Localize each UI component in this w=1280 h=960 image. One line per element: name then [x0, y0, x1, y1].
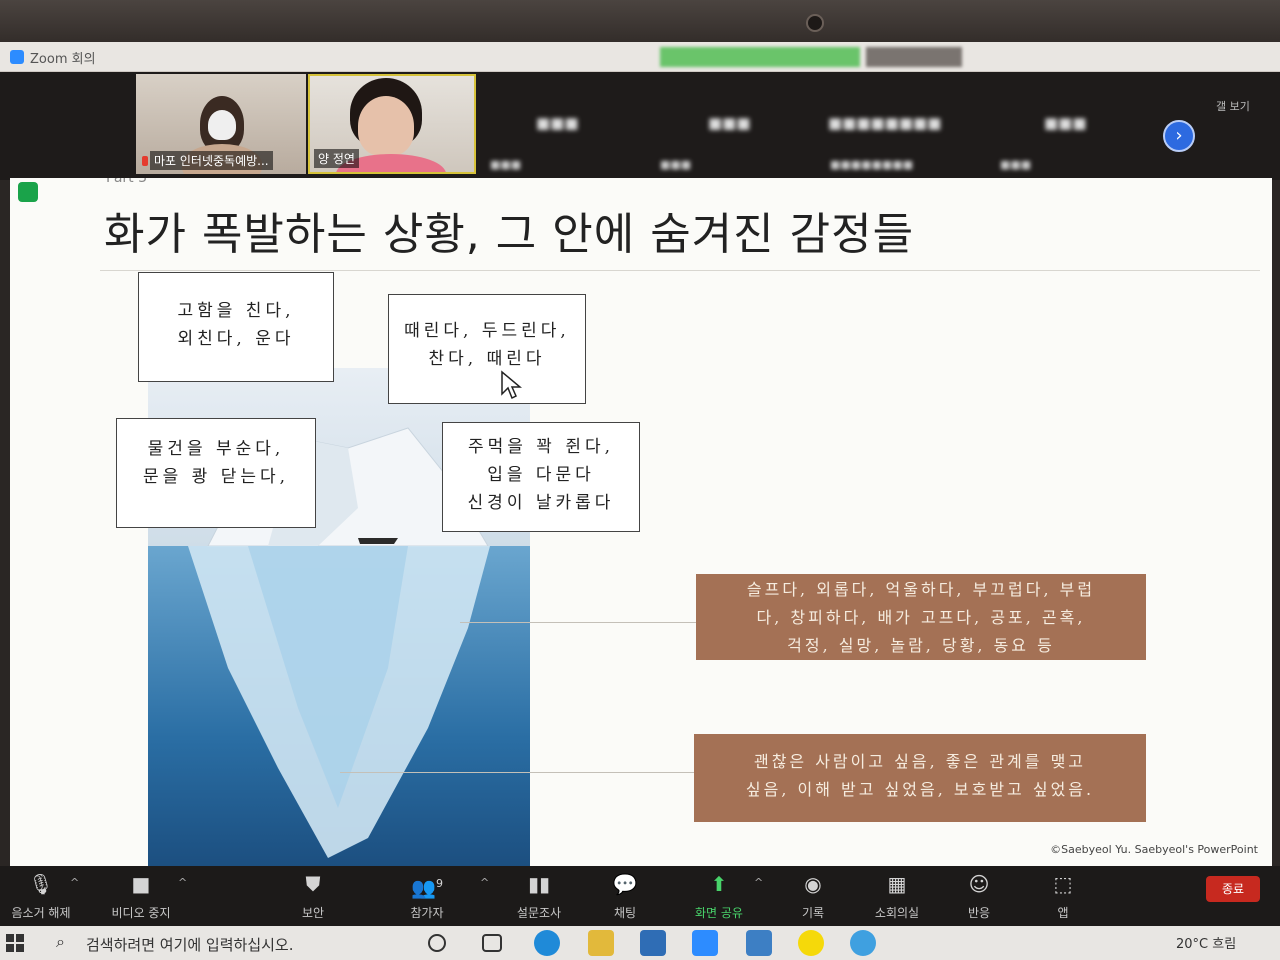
participant-tile-hidden-name[interactable]: ■■■■■■■■ — [828, 114, 941, 132]
speech-bubble: 때린다, 두드린다, 찬다, 때린다 — [388, 294, 586, 404]
apps-icon: ⬚ — [1053, 872, 1073, 896]
participant-tile-hidden-name[interactable]: ■■■ — [1044, 114, 1087, 132]
people-icon: 👥9 — [411, 875, 443, 900]
bubble-line: 물건을 부순다, — [147, 439, 285, 459]
participant-tile-hidden-name[interactable]: ■■■ — [536, 114, 579, 132]
shield-icon: ⛊ — [305, 872, 321, 896]
bubble-line: 고함을 친다, — [177, 301, 295, 321]
record-button[interactable]: ◉ 기록 — [768, 872, 858, 921]
record-icon: ◉ — [804, 872, 822, 896]
slide-credit: ©Saebyeol Yu. Saebyeol's PowerPoint — [1050, 843, 1258, 856]
bubble-line: 외친다, 운다 — [177, 329, 295, 349]
slide-title: 화가 폭발하는 상황, 그 안에 숨겨진 감정들 — [104, 209, 915, 260]
reactions-button[interactable]: ☺ 반응 — [934, 872, 1024, 921]
next-page-button[interactable]: › — [1163, 120, 1195, 152]
connector-line — [340, 772, 694, 773]
chat-bubble-icon: 💬 — [612, 872, 638, 896]
kakaotalk-icon[interactable] — [798, 930, 824, 956]
shared-slide: Part 3 화가 폭발하는 상황, 그 안에 숨겨진 감정들 고함을 친다, … — [10, 178, 1272, 866]
zoom-app-icon[interactable] — [692, 930, 718, 956]
mouse-pointer-icon — [501, 370, 522, 400]
connector-line — [460, 622, 696, 623]
search-icon: ⌕ — [56, 932, 65, 951]
hwp-document-icon[interactable] — [746, 930, 772, 956]
divider — [100, 270, 1260, 271]
end-meeting-button[interactable]: 종료 — [1206, 876, 1260, 902]
muted-mic-icon — [142, 156, 148, 166]
hidden-needs-box: 괜찮은 사람이고 싶음, 좋은 관계를 맺고 싶음, 이해 받고 싶었음, 보호… — [694, 734, 1146, 822]
participant-name: 마포 인터넷중독예방... — [150, 151, 273, 170]
chevron-right-icon: › — [1175, 125, 1183, 146]
bar-chart-icon: ▮▮ — [527, 872, 550, 896]
internet-explorer-icon[interactable] — [850, 930, 876, 956]
emotion-line: 다, 창피하다, 배가 고프다, 공포, 곤혹, — [756, 608, 1086, 627]
bubble-line: 때린다, 두드린다, — [404, 321, 570, 341]
gallery-view-button[interactable]: 갤 보기 — [1216, 98, 1250, 114]
participant-count: 9 — [435, 877, 443, 890]
bubble-line: 주먹을 꽉 쥔다, — [467, 437, 615, 457]
participant-tile-hidden-label: ■■■ — [490, 158, 522, 171]
chat-button[interactable]: 💬 채팅 — [580, 872, 670, 921]
bubble-line: 신경이 날카롭다 — [467, 493, 615, 513]
search-placeholder: 검색하려면 여기에 입력하십시오. — [86, 936, 294, 954]
video-camera-icon: ■ — [131, 872, 151, 896]
zoom-meeting-toolbar: 🎙 음소거 해제 ^ ■ 비디오 중지 ^ ⛊ 보안 👥9 참가자 ^ ▮▮ 설… — [0, 866, 1280, 926]
share-screen-button[interactable]: ⬆ 화면 공유 — [674, 872, 764, 921]
share-screen-icon: ⬆ — [710, 872, 728, 896]
polls-button[interactable]: ▮▮ 설문조사 — [494, 872, 584, 921]
part-label: Part 3 — [106, 178, 147, 186]
file-explorer-icon[interactable] — [588, 930, 614, 956]
emotion-line: 슬프다, 외롭다, 억울하다, 부끄럽다, 부럽 — [746, 580, 1096, 599]
video-options-caret[interactable]: ^ — [178, 876, 187, 889]
participant-name: 양 정연 — [314, 149, 359, 168]
participant-tile[interactable]: 마포 인터넷중독예방... — [136, 74, 306, 174]
emotion-line: 괜찮은 사람이고 싶음, 좋은 관계를 맺고 — [753, 752, 1087, 771]
shield-check-icon[interactable] — [18, 182, 38, 202]
speech-bubble: 물건을 부순다, 문을 쾅 닫는다, — [116, 418, 316, 528]
participants-button[interactable]: 👥9 참가자 — [382, 872, 472, 921]
participant-tile-active-speaker[interactable]: 양 정연 — [308, 74, 476, 174]
share-options-caret[interactable]: ^ — [754, 876, 763, 889]
participant-strip: 마포 인터넷중독예방... 양 정연 ■■■ ■■■ ■■■■■■■■ ■■■ … — [0, 72, 1280, 180]
grid-icon: ▦ — [887, 872, 907, 896]
participant-tile-hidden-label: ■■■■■■■■ — [830, 158, 914, 171]
window-title: Zoom 회의 — [30, 52, 96, 67]
zoom-logo-icon — [10, 50, 24, 64]
participant-tile-hidden-label: ■■■ — [1000, 158, 1032, 171]
participant-tile-hidden-name[interactable]: ■■■ — [708, 114, 751, 132]
bubble-line: 문을 쾅 닫는다, — [142, 467, 290, 487]
windows-start-icon[interactable] — [6, 934, 24, 952]
security-button[interactable]: ⛊ 보안 — [268, 872, 358, 921]
participants-options-caret[interactable]: ^ — [480, 876, 489, 889]
apps-button[interactable]: ⬚ 앱 — [1018, 872, 1108, 921]
weather-widget[interactable]: 20°C 흐림 — [1176, 933, 1236, 952]
stop-video-button[interactable]: ■ 비디오 중지 — [96, 872, 186, 921]
breakout-rooms-button[interactable]: ▦ 소회의실 — [852, 872, 942, 921]
bubble-line: 찬다, 때린다 — [428, 349, 546, 369]
laptop-bezel — [0, 0, 1280, 42]
hidden-emotions-box: 슬프다, 외롭다, 억울하다, 부끄럽다, 부럽 다, 창피하다, 배가 고프다… — [696, 574, 1146, 660]
mail-icon[interactable] — [640, 930, 666, 956]
taskbar-search[interactable]: ⌕ 검색하려면 여기에 입력하십시오. — [46, 929, 422, 957]
view-options-button[interactable] — [866, 47, 962, 67]
task-view-icon[interactable] — [482, 934, 502, 952]
cortana-icon[interactable] — [428, 934, 446, 952]
windows-taskbar: ⌕ 검색하려면 여기에 입력하십시오. 20°C 흐림 — [0, 926, 1280, 960]
screen-share-indicator[interactable] — [660, 47, 860, 67]
emotion-line: 걱정, 실망, 놀람, 당황, 동요 등 — [787, 636, 1055, 655]
smiley-icon: ☺ — [968, 872, 990, 896]
audio-options-caret[interactable]: ^ — [70, 876, 79, 889]
zoom-title-bar: Zoom 회의 — [0, 42, 1280, 72]
webcam — [806, 14, 824, 32]
speech-bubble: 주먹을 꽉 쥔다, 입을 다문다 신경이 날카롭다 — [442, 422, 640, 532]
emotion-line: 싶음, 이해 받고 싶었음, 보호받고 싶었음. — [745, 780, 1095, 799]
participant-tile-hidden-label: ■■■ — [660, 158, 692, 171]
bubble-line: 입을 다문다 — [487, 465, 595, 485]
speech-bubble: 고함을 친다, 외친다, 운다 — [138, 272, 334, 382]
edge-browser-icon[interactable] — [534, 930, 560, 956]
